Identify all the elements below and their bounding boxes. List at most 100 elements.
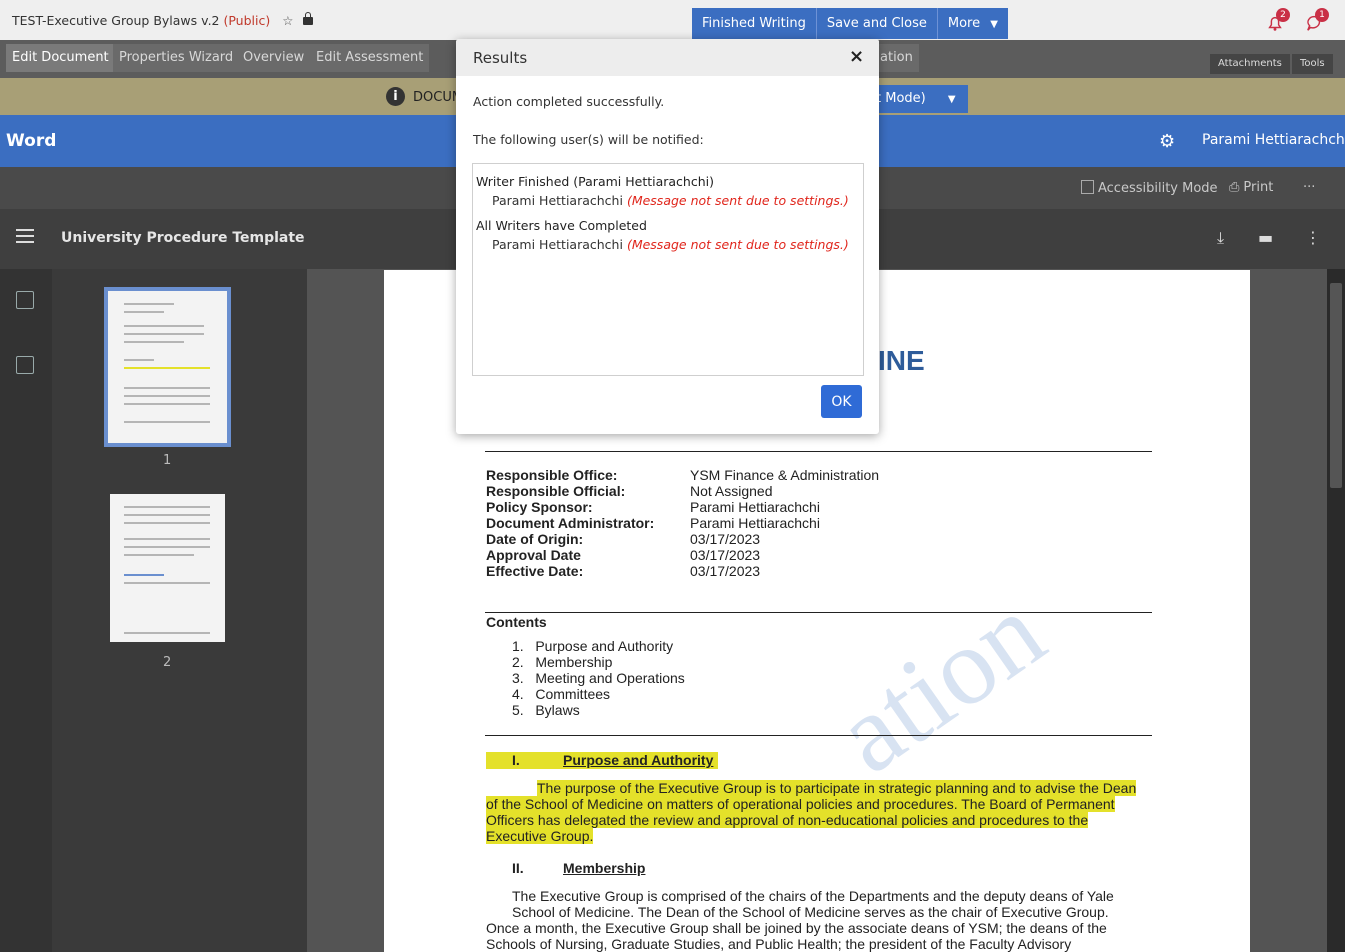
- paragraph-line: Once a month, the Executive Group shall …: [486, 920, 1107, 936]
- contents-item[interactable]: 1. Purpose and Authority: [512, 638, 673, 654]
- paragraph-line: Schools of Nursing, Graduate Studies, an…: [486, 936, 1072, 952]
- favorite-star-icon[interactable]: ☆: [282, 13, 293, 28]
- accessibility-label: Accessibility Mode: [1098, 181, 1218, 196]
- section-1-number: I.: [512, 752, 520, 768]
- close-icon[interactable]: ×: [849, 46, 864, 67]
- doc-heading: INE: [878, 345, 925, 376]
- field-value: Parami Hettiarachchi: [690, 515, 820, 531]
- ok-button[interactable]: OK: [821, 385, 862, 418]
- section-1-title: Purpose and Authority: [563, 752, 714, 768]
- contents-item[interactable]: 4. Committees: [512, 686, 610, 702]
- field-value: 03/17/2023: [690, 563, 761, 579]
- field-label: Date of Origin:: [486, 531, 584, 547]
- notifications-bell-icon[interactable]: 2: [1266, 8, 1290, 36]
- printer-icon: ⎙: [1229, 180, 1240, 195]
- more-options-button[interactable]: ···: [1303, 180, 1315, 195]
- viewer-doc-title: University Procedure Template: [61, 230, 305, 246]
- tab-edit-document[interactable]: Edit Document: [6, 44, 115, 72]
- notified-message: The following user(s) will be notified:: [473, 132, 704, 147]
- notifications-badge: 2: [1276, 8, 1290, 22]
- paragraph-line: Executive Group.: [486, 828, 594, 844]
- field-value: Not Assigned: [690, 483, 773, 499]
- field-label: Effective Date:: [486, 563, 584, 579]
- hamburger-menu-icon[interactable]: [16, 229, 34, 247]
- field-value: 03/17/2023: [690, 547, 761, 563]
- highlighted-text: Officers has delegated the review and ap…: [486, 812, 1089, 828]
- contents-item[interactable]: 5. Bylaws: [512, 702, 580, 718]
- save-and-close-button[interactable]: Save and Close: [816, 8, 938, 39]
- field-value: YSM Finance & Administration: [690, 467, 880, 483]
- action-button-group: Finished Writing Save and Close More ▼: [692, 8, 1008, 39]
- field-label: Policy Sponsor:: [486, 499, 593, 515]
- divider: [485, 735, 1152, 736]
- download-icon[interactable]: ⤓: [1217, 228, 1224, 248]
- info-icon: i: [386, 87, 405, 106]
- group-user: Parami Hettiarachchi (Message not sent d…: [492, 193, 849, 208]
- not-sent-note: (Message not sent due to settings.): [626, 193, 849, 208]
- caret-down-icon: ▼: [947, 94, 956, 105]
- messages-icon[interactable]: 1: [1306, 8, 1329, 36]
- print-label: Print: [1243, 180, 1274, 195]
- contents-item[interactable]: 3. Meeting and Operations: [512, 670, 685, 686]
- group-user: Parami Hettiarachchi (Message not sent d…: [492, 237, 849, 252]
- print-icon[interactable]: ▬: [1258, 228, 1273, 247]
- messages-badge: 1: [1315, 8, 1329, 22]
- group-title: All Writers have Completed: [476, 218, 647, 233]
- paragraph-line: The Executive Group is comprised of the …: [512, 888, 1114, 904]
- page-number-1: 1: [163, 453, 172, 468]
- highlighted-text: Executive Group.: [486, 828, 594, 844]
- paragraph-line: Officers has delegated the review and ap…: [486, 812, 1089, 828]
- tab-overview[interactable]: Overview: [237, 44, 311, 72]
- highlighted-text: The purpose of the Executive Group is to…: [537, 780, 1137, 796]
- outline-icon[interactable]: [16, 356, 34, 374]
- section-2-number: II.: [512, 860, 524, 876]
- user-name: Parami Hettiarachchi: [492, 193, 623, 208]
- tab-partial[interactable]: ation: [874, 44, 919, 72]
- paragraph-line: of the School of Medicine on matters of …: [486, 796, 1115, 812]
- user-name: Parami Hettiarachchi: [492, 237, 623, 252]
- more-button[interactable]: More ▼: [937, 8, 1008, 39]
- scrollbar-thumb[interactable]: [1330, 283, 1342, 488]
- vertical-dots-icon[interactable]: ⋮: [1305, 228, 1321, 247]
- field-value: 03/17/2023: [690, 531, 761, 547]
- field-label: Responsible Official:: [486, 483, 626, 499]
- paragraph-line: School of Medicine. The Dean of the Scho…: [512, 904, 1109, 920]
- tab-tools[interactable]: Tools: [1292, 54, 1333, 74]
- gear-icon[interactable]: ⚙: [1159, 131, 1175, 152]
- page-thumbnail-2[interactable]: [110, 494, 225, 642]
- tab-edit-assessment[interactable]: Edit Assessment: [310, 44, 430, 72]
- caret-down-icon: ▼: [990, 19, 998, 30]
- more-button-label: More: [947, 16, 981, 31]
- user-name[interactable]: Parami Hettiarachchi: [1202, 132, 1345, 148]
- accessibility-mode-button[interactable]: Accessibility Mode: [1081, 180, 1218, 196]
- thumbnails-icon[interactable]: [16, 291, 34, 309]
- lock-icon: [303, 12, 314, 25]
- mode-button-label: t Mode): [876, 91, 926, 106]
- word-label: Word: [6, 131, 57, 151]
- tab-properties-wizard[interactable]: Properties Wizard: [113, 44, 240, 72]
- document-title: TEST-Executive Group Bylaws v.2 (Public)…: [12, 12, 314, 28]
- field-value: Parami Hettiarachchi: [690, 499, 820, 515]
- accessibility-icon: [1081, 180, 1094, 194]
- section-2-title: Membership: [563, 860, 646, 876]
- contents-title: Contents: [486, 614, 547, 630]
- field-label: Responsible Office:: [486, 467, 618, 483]
- group-title: Writer Finished (Parami Hettiarachchi): [476, 174, 714, 189]
- paragraph-line: The purpose of the Executive Group is to…: [537, 780, 1137, 796]
- field-label: Approval Date: [486, 547, 581, 563]
- print-button[interactable]: ⎙ Print: [1229, 180, 1273, 195]
- not-sent-note: (Message not sent due to settings.): [626, 237, 849, 252]
- document-status: (Public): [223, 13, 271, 28]
- tab-attachments[interactable]: Attachments: [1210, 54, 1290, 74]
- divider: [485, 451, 1152, 452]
- page-number-2: 2: [163, 655, 172, 670]
- finished-writing-button[interactable]: Finished Writing: [692, 8, 817, 39]
- field-label: Document Administrator:: [486, 515, 655, 531]
- success-message: Action completed successfully.: [473, 94, 665, 109]
- page-thumbnail-1[interactable]: [104, 287, 231, 447]
- document-title-text: TEST-Executive Group Bylaws v.2: [12, 13, 224, 28]
- divider: [485, 612, 1152, 613]
- highlighted-text: of the School of Medicine on matters of …: [486, 796, 1115, 812]
- contents-item[interactable]: 2. Membership: [512, 654, 612, 670]
- dialog-title: Results: [473, 49, 528, 67]
